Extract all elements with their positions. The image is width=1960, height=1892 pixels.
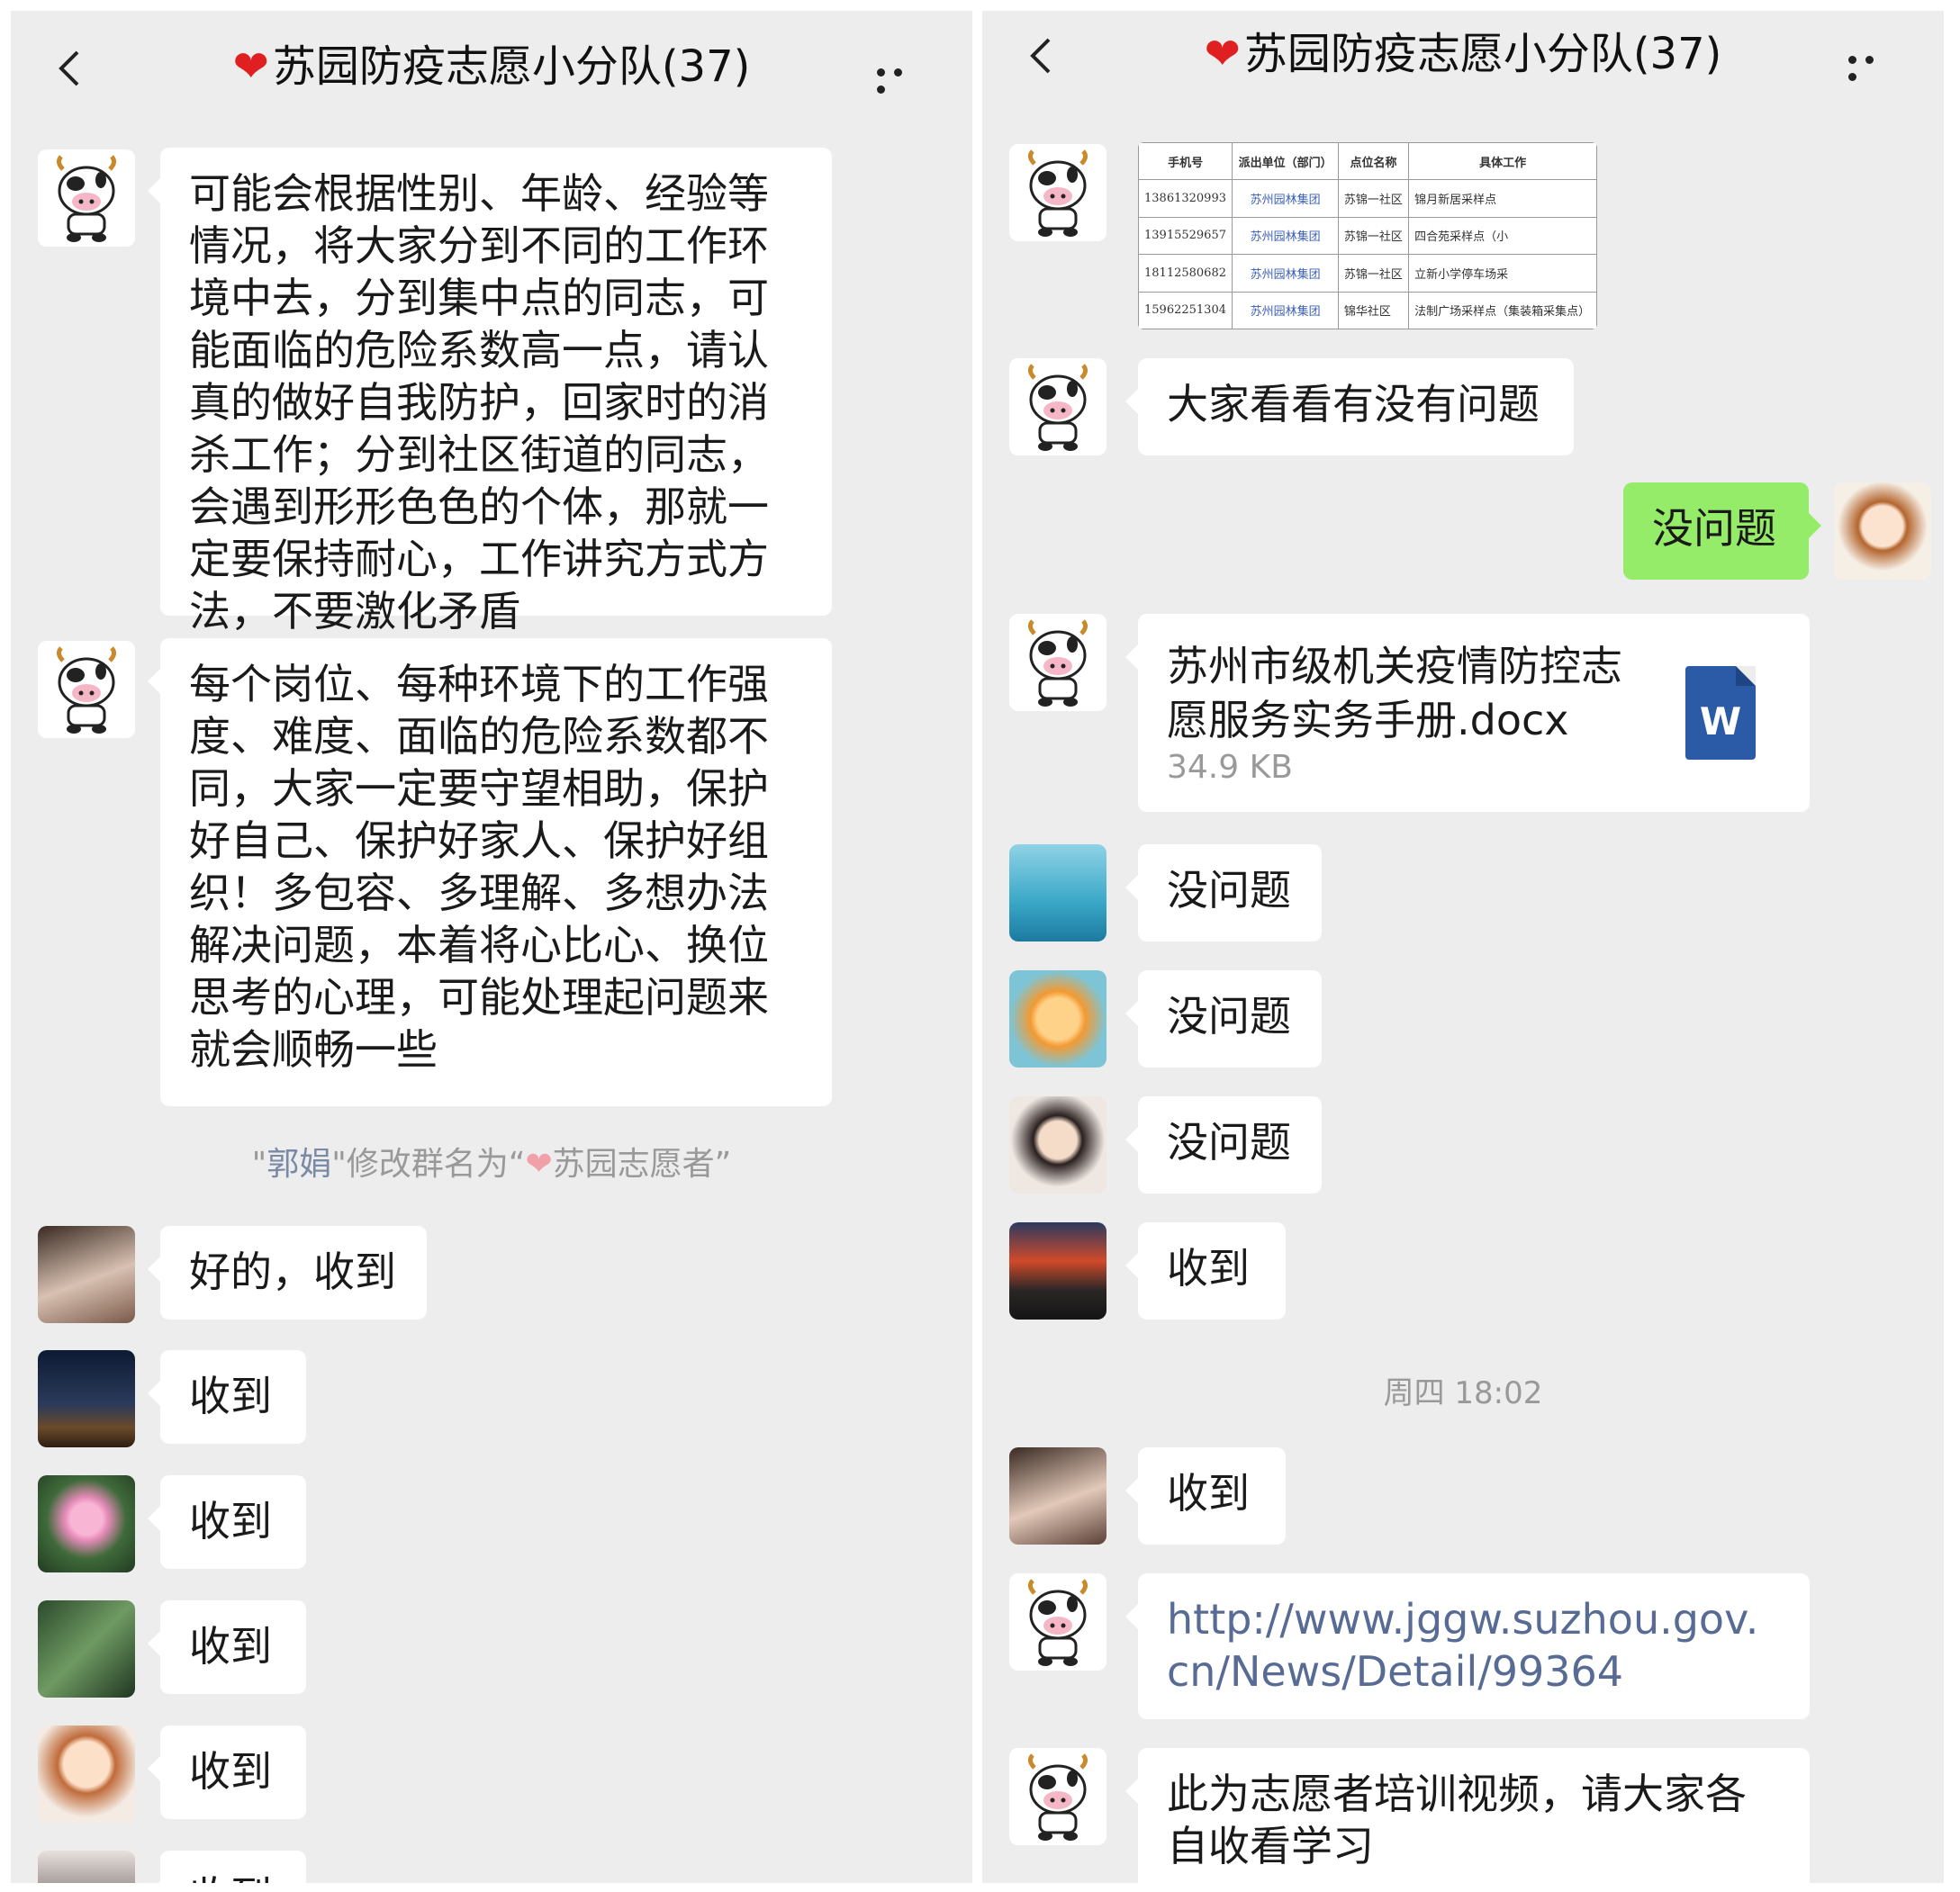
message-bubble[interactable]: 没问题 (1125, 1096, 1322, 1194)
file-message[interactable]: 苏州市级机关疫情防控志愿服务实务手册.docx 34.9 KB W (1125, 614, 1810, 812)
file-name: 苏州市级机关疫情防控志愿服务实务手册.docx (1167, 642, 1622, 744)
avatar[interactable] (1009, 1748, 1106, 1845)
avatar[interactable] (1009, 1573, 1106, 1671)
chat-panel-right: ❤苏园防疫志愿小分队(37) 手机号 派出单位（部门） 点位名称 具体工作 13… (982, 11, 1944, 1883)
table-cell: 苏州园林集团 (1232, 216, 1339, 256)
table-cell: 18112580682 (1138, 254, 1233, 293)
heart-icon: ❤ (232, 41, 269, 92)
table-row: 13861320993 苏州园林集团 苏锦一社区 锦月新居采样点 (1138, 179, 1597, 218)
word-file-letter: W (1699, 699, 1742, 743)
table-cell: 苏州园林集团 (1232, 291, 1339, 329)
table-cell: 法制广场采样点（集装箱采集点） (1408, 291, 1597, 329)
table-cell: 苏锦一社区 (1337, 216, 1410, 256)
message-bubble[interactable]: 收到 (1125, 1222, 1286, 1320)
avatar[interactable] (38, 1350, 135, 1447)
message-bubble[interactable]: 每个岗位、每种环境下的工作强度、难度、面临的危险系数都不同，大家一定要守望相助，… (148, 638, 832, 1106)
table-cell: 苏州园林集团 (1232, 179, 1339, 218)
avatar[interactable] (38, 1851, 135, 1883)
table-cell: 苏州园林集团 (1232, 254, 1339, 293)
message-bubble[interactable]: 没问题 (1125, 844, 1322, 941)
table-cell: 立新小学停车场采 (1408, 254, 1597, 293)
table-row: 18112580682 苏州园林集团 苏锦一社区 立新小学停车场采 (1138, 254, 1597, 293)
chat-title: ❤苏园防疫志愿小分队(37) (11, 40, 972, 94)
avatar[interactable] (1009, 1222, 1106, 1320)
avatar[interactable] (1009, 144, 1106, 241)
word-file-icon: W (1685, 666, 1756, 760)
avatar[interactable] (1009, 1447, 1106, 1545)
chat-title-text: 苏园防疫志愿小分队(37) (1243, 29, 1722, 79)
more-icon[interactable] (1848, 50, 1899, 81)
more-icon[interactable] (877, 63, 927, 94)
new-group-name: 苏园志愿者 (552, 1146, 715, 1183)
table-cell: 13915529657 (1138, 216, 1233, 256)
message-bubble[interactable]: 好的，收到 (148, 1226, 427, 1320)
avatar[interactable] (38, 149, 135, 247)
heart-icon: ❤ (1204, 29, 1241, 79)
timestamp: 周四 18:02 (1383, 1375, 1543, 1411)
chat-title-text: 苏园防疫志愿小分队(37) (272, 41, 751, 92)
message-bubble[interactable]: 可能会根据性别、年龄、经验等情况，将大家分到不同的工作环境中去，分到集中点的同志… (148, 148, 832, 635)
message-bubble[interactable]: 收到 (1125, 1447, 1286, 1545)
table-row: 15962251304 苏州园林集团 锦华社区 法制广场采样点（集装箱采集点） (1138, 291, 1597, 329)
my-avatar[interactable] (1834, 482, 1931, 580)
message-bubble[interactable]: 大家看看有没有问题 (1125, 358, 1574, 455)
message-bubble[interactable]: 没问题 (1125, 970, 1322, 1068)
my-message-bubble[interactable]: 没问题 (1623, 482, 1821, 580)
link-message-bubble[interactable]: http://www.jggw.suzhou.gov.cn/News/Detai… (1125, 1573, 1810, 1719)
avatar[interactable] (38, 1475, 135, 1572)
table-cell: 苏锦一社区 (1337, 179, 1410, 218)
chat-header: ❤苏园防疫志愿小分队(37) (982, 11, 1944, 115)
table-cell: 15962251304 (1138, 291, 1233, 329)
avatar[interactable] (38, 1226, 135, 1323)
avatar[interactable] (38, 641, 135, 738)
table-cell: 四合苑采样点（小 (1408, 216, 1597, 256)
table-header: 派出单位（部门） (1232, 142, 1339, 181)
table-header: 具体工作 (1408, 142, 1597, 181)
table-cell: 锦月新居采样点 (1408, 179, 1597, 218)
message-bubble[interactable]: 收到 (148, 1851, 306, 1883)
quote-mark: " (251, 1146, 267, 1183)
member-name[interactable]: 郭娟 (266, 1146, 331, 1183)
assignment-table: 手机号 派出单位（部门） 点位名称 具体工作 13861320993 苏州园林集… (1138, 142, 1597, 329)
avatar[interactable] (1009, 614, 1106, 711)
avatar[interactable] (1009, 1096, 1106, 1194)
table-cell: 锦华社区 (1337, 291, 1410, 329)
note-action: "修改群名为“ (331, 1146, 526, 1183)
spreadsheet-image[interactable]: 手机号 派出单位（部门） 点位名称 具体工作 13861320993 苏州园林集… (1138, 142, 1597, 329)
message-bubble[interactable]: 收到 (148, 1350, 306, 1444)
heart-icon: ❤ (525, 1146, 553, 1183)
table-row: 13915529657 苏州园林集团 苏锦一社区 四合苑采样点（小 (1138, 216, 1597, 256)
chat-title: ❤苏园防疫志愿小分队(37) (982, 27, 1944, 81)
avatar[interactable] (1009, 844, 1106, 941)
avatar[interactable] (1009, 358, 1106, 455)
table-header: 点位名称 (1337, 142, 1410, 181)
message-bubble[interactable]: 收到 (148, 1475, 306, 1569)
quote-mark: ” (714, 1146, 732, 1183)
system-note: "郭娟"修改群名为“❤苏园志愿者” (11, 1138, 972, 1185)
avatar[interactable] (38, 1600, 135, 1698)
message-bubble[interactable]: 此为志愿者培训视频，请大家各自收看学习 (1125, 1748, 1810, 1883)
avatar[interactable] (1009, 970, 1106, 1068)
avatar[interactable] (38, 1725, 135, 1823)
table-cell: 苏锦一社区 (1337, 254, 1410, 293)
message-bubble[interactable]: 收到 (148, 1600, 306, 1694)
table-header: 手机号 (1138, 142, 1233, 181)
message-bubble[interactable]: 收到 (148, 1725, 306, 1819)
chat-header: ❤苏园防疫志愿小分队(37) (11, 11, 972, 128)
table-cell: 13861320993 (1138, 179, 1233, 218)
chat-panel-left: ❤苏园防疫志愿小分队(37) 可能会根据性别、年龄、经验等情况，将大家分到不同的… (11, 11, 972, 1883)
link-url[interactable]: http://www.jggw.suzhou.gov.cn/News/Detai… (1167, 1595, 1758, 1696)
